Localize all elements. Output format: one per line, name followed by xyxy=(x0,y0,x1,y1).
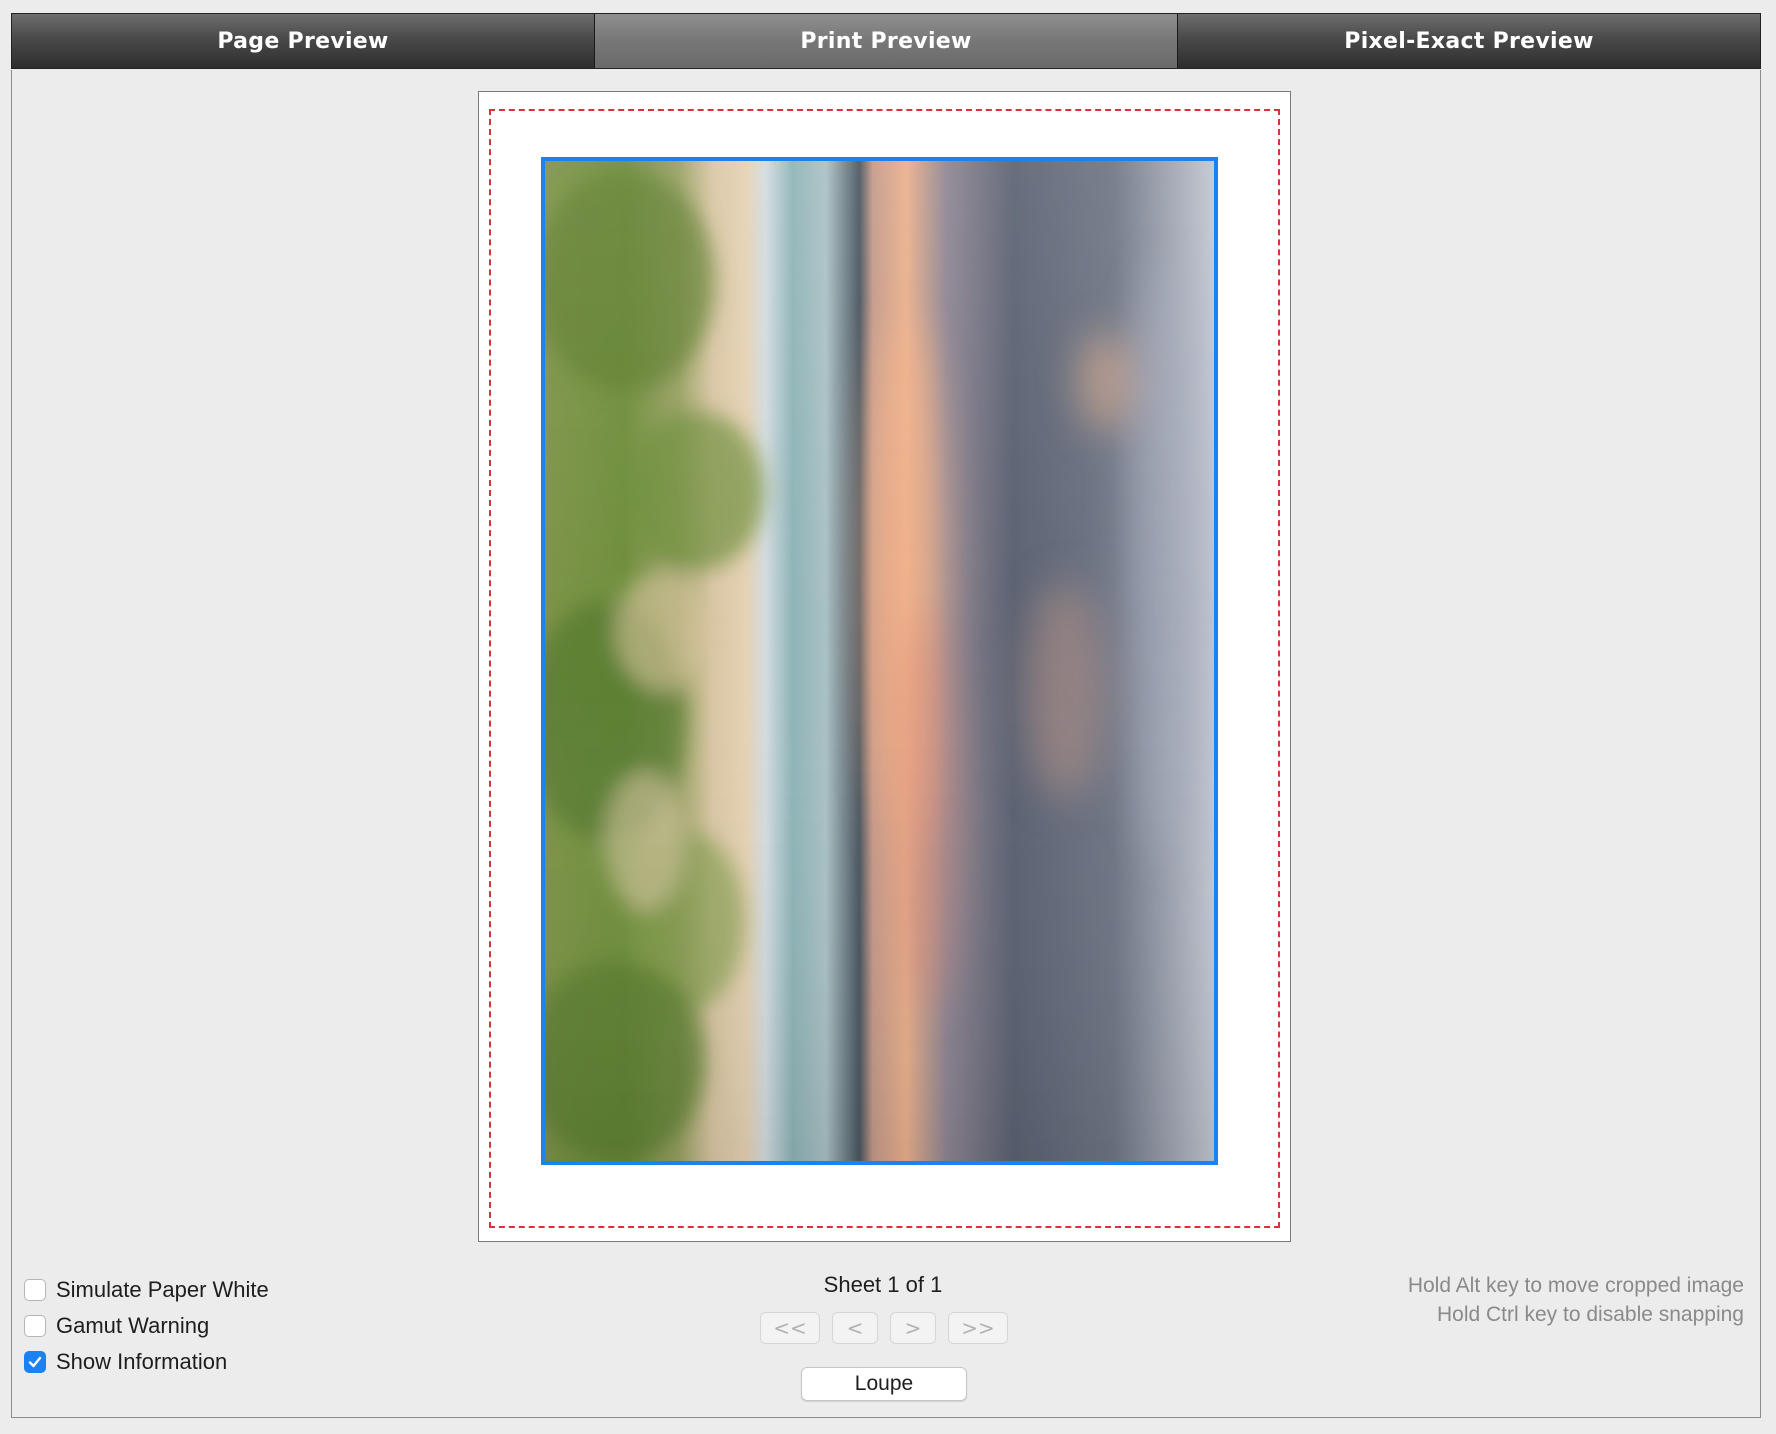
gamut-warning-option[interactable]: Gamut Warning xyxy=(24,1313,209,1339)
preview-tab-bar: Page Preview Print Preview Pixel-Exact P… xyxy=(11,13,1761,69)
show-information-option[interactable]: Show Information xyxy=(24,1349,227,1375)
checkmark-icon xyxy=(28,1356,42,1368)
sheet-counter: Sheet 1 of 1 xyxy=(823,1272,943,1297)
simulate-paper-white-label: Simulate Paper White xyxy=(56,1277,269,1302)
paper-sheet xyxy=(478,91,1291,1242)
tab-page-preview[interactable]: Page Preview xyxy=(12,14,595,68)
show-information-label: Show Information xyxy=(56,1349,228,1374)
hint-alt-key: Hold Alt key to move cropped image xyxy=(1407,1274,1744,1297)
gamut-warning-checkbox[interactable] xyxy=(24,1315,46,1337)
last-sheet-button[interactable]: >> xyxy=(948,1312,1008,1344)
gamut-warning-label: Gamut Warning xyxy=(56,1313,210,1338)
previous-sheet-button[interactable]: < xyxy=(832,1312,878,1344)
first-sheet-button[interactable]: << xyxy=(760,1312,820,1344)
next-sheet-button[interactable]: > xyxy=(890,1312,936,1344)
loupe-button[interactable]: Loupe xyxy=(801,1367,967,1401)
hint-ctrl-key: Hold Ctrl key to disable snapping xyxy=(1436,1303,1744,1326)
image-placement[interactable] xyxy=(541,157,1218,1165)
simulate-paper-white-option[interactable]: Simulate Paper White xyxy=(24,1277,269,1303)
tab-print-preview[interactable]: Print Preview xyxy=(595,14,1178,68)
tab-pixel-exact-preview[interactable]: Pixel-Exact Preview xyxy=(1178,14,1760,68)
landscape-photo xyxy=(545,161,1214,1161)
print-preview-window: Page Preview Print Preview Pixel-Exact P… xyxy=(0,0,1776,1434)
simulate-paper-white-checkbox[interactable] xyxy=(24,1279,46,1301)
show-information-checkbox[interactable] xyxy=(24,1351,46,1373)
